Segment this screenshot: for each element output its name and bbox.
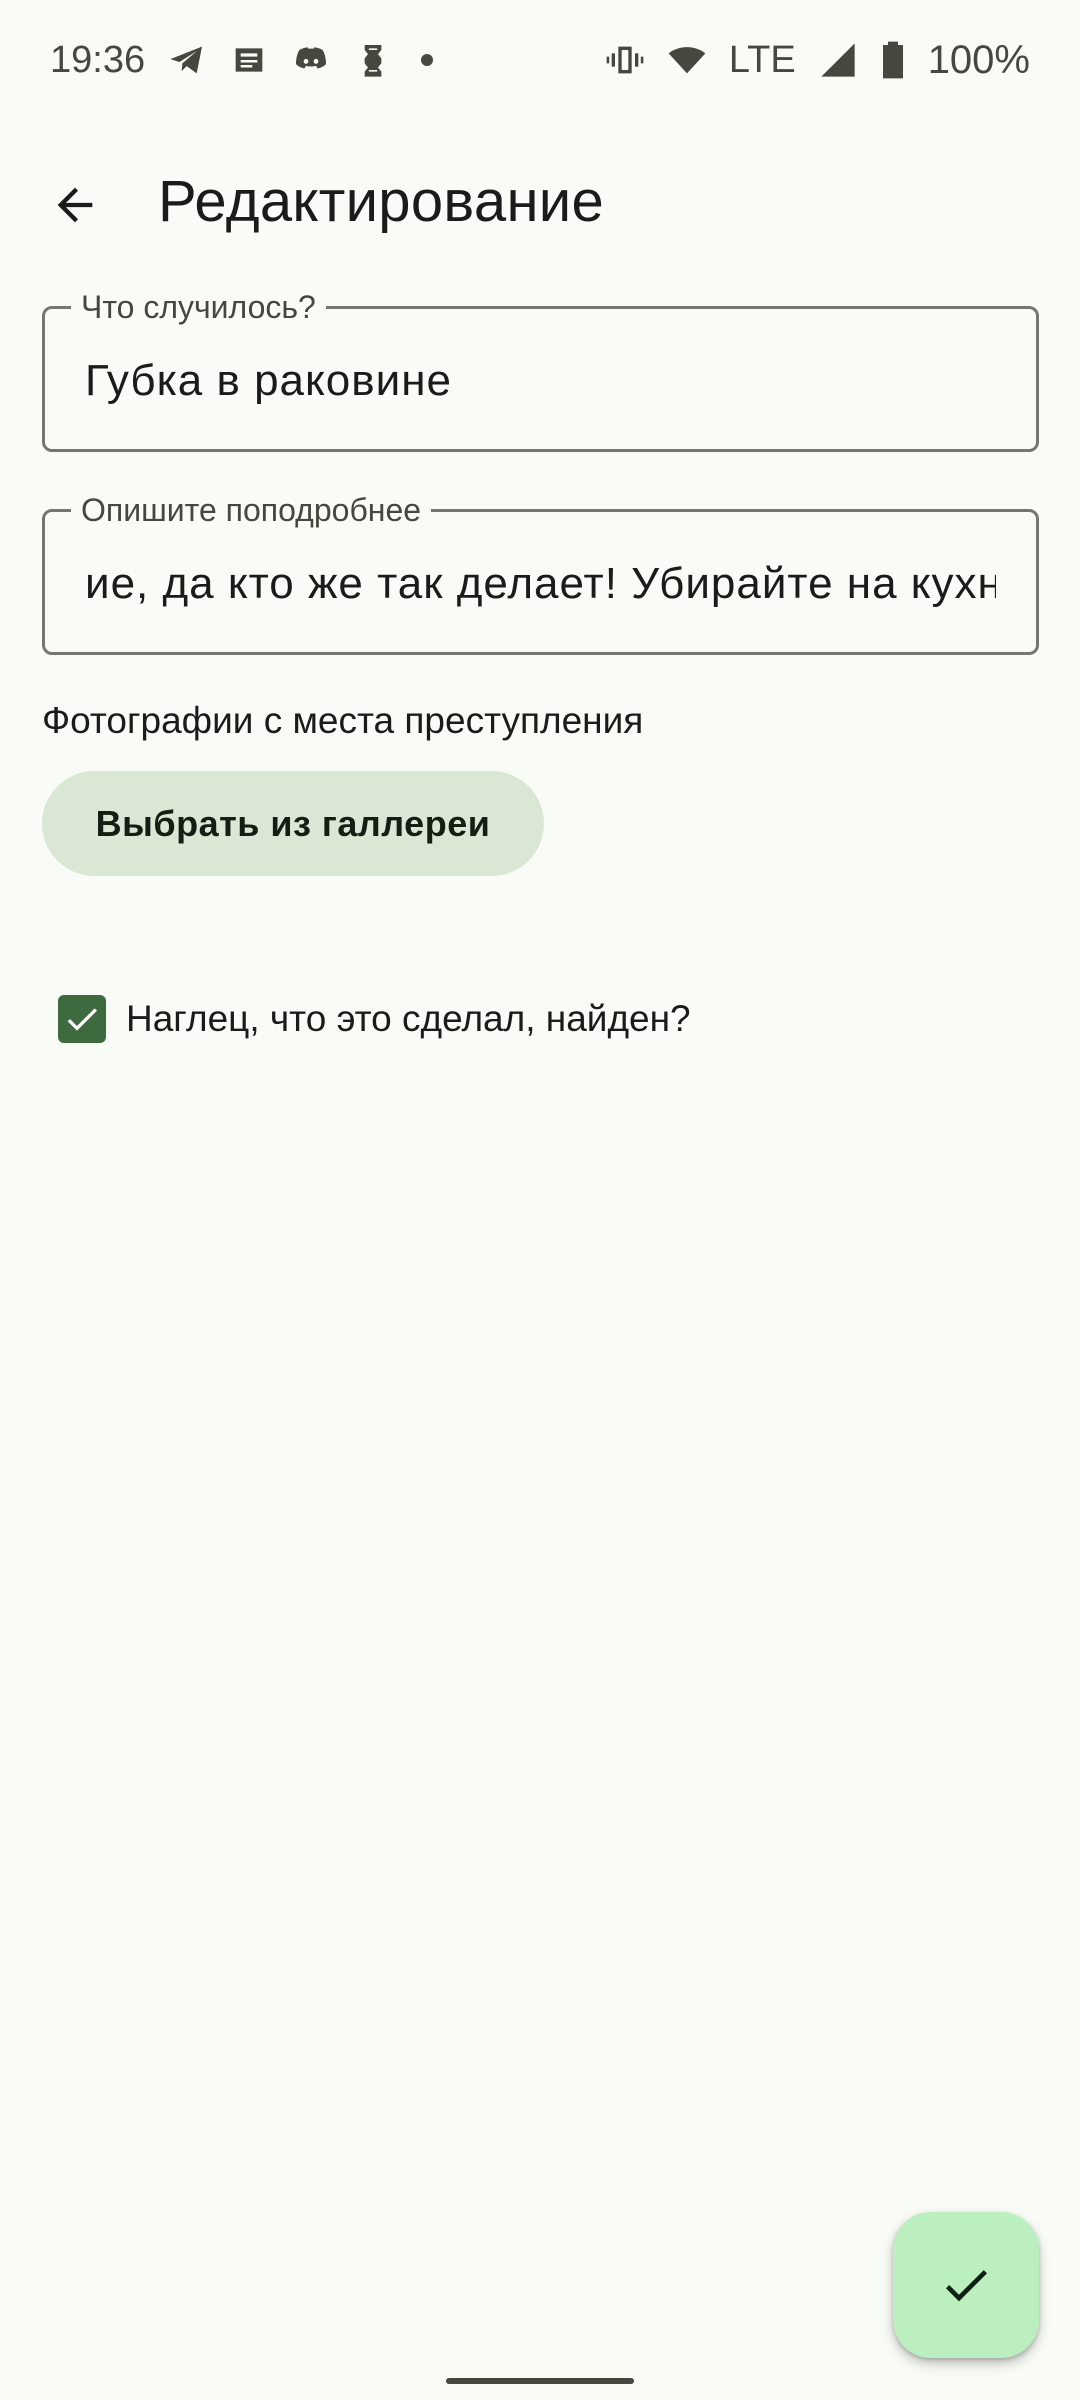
description-field[interactable]: Опишите поподробнее (42, 490, 1039, 655)
description-input[interactable] (85, 554, 996, 614)
page-title: Редактирование (158, 169, 605, 234)
status-time: 19:36 (50, 38, 146, 81)
news-icon (229, 40, 269, 80)
save-fab[interactable] (893, 2212, 1039, 2358)
check-icon (945, 2270, 987, 2302)
status-left: 19:36 (50, 38, 434, 82)
what-happened-field[interactable]: Что случилось? (42, 287, 1039, 452)
culprit-found-row[interactable]: Наглец, что это сделал, найден? (58, 995, 691, 1043)
more-notifications-dot (421, 54, 434, 66)
home-indicator[interactable] (446, 2378, 634, 2384)
network-type: LTE (728, 38, 796, 81)
signal-icon (818, 40, 858, 80)
what-happened-input[interactable] (85, 351, 996, 411)
back-button[interactable] (40, 170, 110, 240)
status-right: LTE 100% (605, 38, 1030, 83)
arrow-back-icon (57, 187, 93, 223)
culprit-found-checkbox[interactable] (58, 995, 106, 1043)
vibrate-icon (605, 40, 645, 80)
photos-section-label: Фотографии с места преступления (42, 700, 644, 741)
wifi-icon (667, 40, 707, 80)
what-happened-label: Что случилось? (71, 287, 326, 327)
app-icon (353, 40, 393, 80)
discord-icon (291, 40, 331, 80)
screen: 19:36 LTE 100% Редактирование Что случил… (0, 0, 1080, 2400)
telegram-icon (167, 40, 207, 80)
top-app-bar: Редактирование (0, 150, 1080, 250)
culprit-found-label: Наглец, что это сделал, найден? (126, 998, 691, 1039)
description-label: Опишите поподробнее (71, 490, 432, 530)
battery-percentage: 100% (927, 37, 1030, 82)
check-icon (67, 1008, 97, 1031)
status-bar: 19:36 LTE 100% (0, 0, 1080, 120)
choose-from-gallery-button[interactable]: Выбрать из галлереи (42, 771, 544, 876)
battery-icon (880, 40, 906, 80)
